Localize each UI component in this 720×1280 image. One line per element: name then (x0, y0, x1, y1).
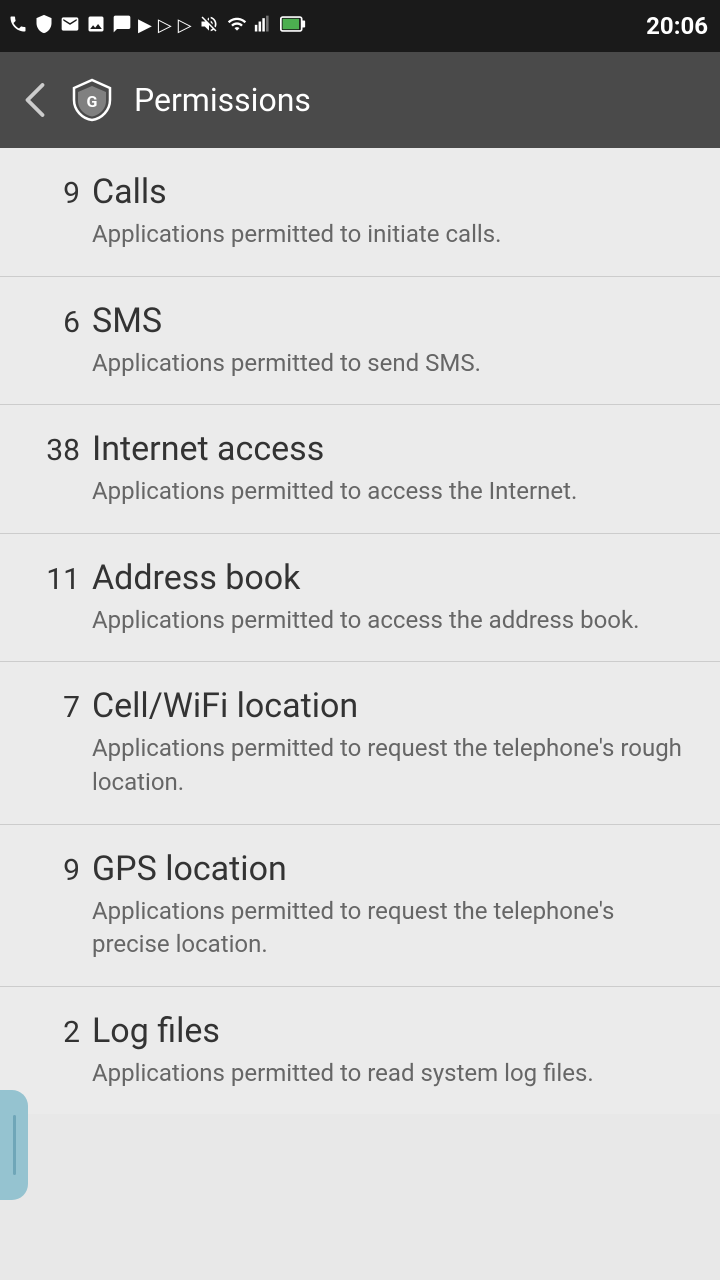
play-icon-2: ▷ (158, 17, 172, 35)
phone-icon (8, 14, 28, 38)
shield-status-icon (34, 14, 54, 38)
chat-icon (112, 14, 132, 38)
svg-text:G: G (87, 92, 98, 111)
permission-title: Log files (92, 1011, 220, 1051)
status-time: 20:06 (646, 12, 708, 40)
page-title: Permissions (134, 81, 311, 119)
permission-item-header: 38 Internet access (28, 429, 692, 469)
permission-title: Internet access (92, 429, 324, 469)
wifi-icon (226, 14, 248, 38)
signal-icon (254, 14, 274, 38)
permission-item[interactable]: 38 Internet access Applications permitted … (0, 405, 720, 534)
permission-item-header: 7 Cell/WiFi location (28, 686, 692, 726)
permission-item-header: 9 Calls (28, 172, 692, 212)
permission-count: 11 (28, 562, 80, 597)
image-icon (86, 14, 106, 38)
status-icons-left: ▶ ▷ ▷ (8, 14, 306, 38)
permission-title: Calls (92, 172, 167, 212)
permission-count: 9 (28, 176, 80, 211)
mail-icon (60, 14, 80, 38)
permission-item[interactable]: 7 Cell/WiFi location Applications permitte… (0, 662, 720, 824)
back-button[interactable] (20, 80, 50, 120)
permission-description: Applications permitted to request the te… (28, 732, 692, 799)
permission-count: 7 (28, 690, 80, 725)
permission-count: 6 (28, 305, 80, 340)
permission-description: Applications permitted to send SMS. (28, 347, 692, 381)
scroll-indicator[interactable] (0, 1090, 28, 1200)
permission-item-header: 6 SMS (28, 301, 692, 341)
permission-count: 38 (28, 433, 80, 468)
battery-icon (280, 15, 306, 37)
permission-count: 2 (28, 1015, 80, 1050)
permission-title: GPS location (92, 849, 287, 889)
scroll-indicator-line (13, 1115, 16, 1175)
permission-item-header: 11 Address book (28, 558, 692, 598)
permission-count: 9 (28, 853, 80, 888)
permission-description: Applications permitted to access the Int… (28, 475, 692, 509)
permission-item-header: 9 GPS location (28, 849, 692, 889)
permission-item[interactable]: 11 Address book Applications permitted to … (0, 534, 720, 663)
permission-title: Cell/WiFi location (92, 686, 358, 726)
permission-item[interactable]: 9 GPS location Applications permitted to r… (0, 825, 720, 987)
play-icon-3: ▷ (178, 17, 192, 35)
permission-description: Applications permitted to read system lo… (28, 1057, 692, 1091)
permission-item-header: 2 Log files (28, 1011, 692, 1051)
toolbar: G Permissions (0, 52, 720, 148)
mute-icon (198, 14, 220, 38)
permission-description: Applications permitted to access the add… (28, 604, 692, 638)
permission-description: Applications permitted to request the te… (28, 895, 692, 962)
permission-item[interactable]: 9 Calls Applications permitted to initiate… (0, 148, 720, 277)
permissions-list: 9 Calls Applications permitted to initiate… (0, 148, 720, 1114)
permission-item[interactable]: 2 Log files Applications permitted to read… (0, 987, 720, 1115)
play-icon-1: ▶ (138, 17, 152, 35)
permission-title: Address book (92, 558, 300, 598)
app-shield-icon: G (70, 78, 114, 122)
permission-description: Applications permitted to initiate calls… (28, 218, 692, 252)
permission-item[interactable]: 6 SMS Applications permitted to send SMS. (0, 277, 720, 406)
permission-title: SMS (92, 301, 162, 341)
status-bar: ▶ ▷ ▷ 20:06 (0, 0, 720, 52)
